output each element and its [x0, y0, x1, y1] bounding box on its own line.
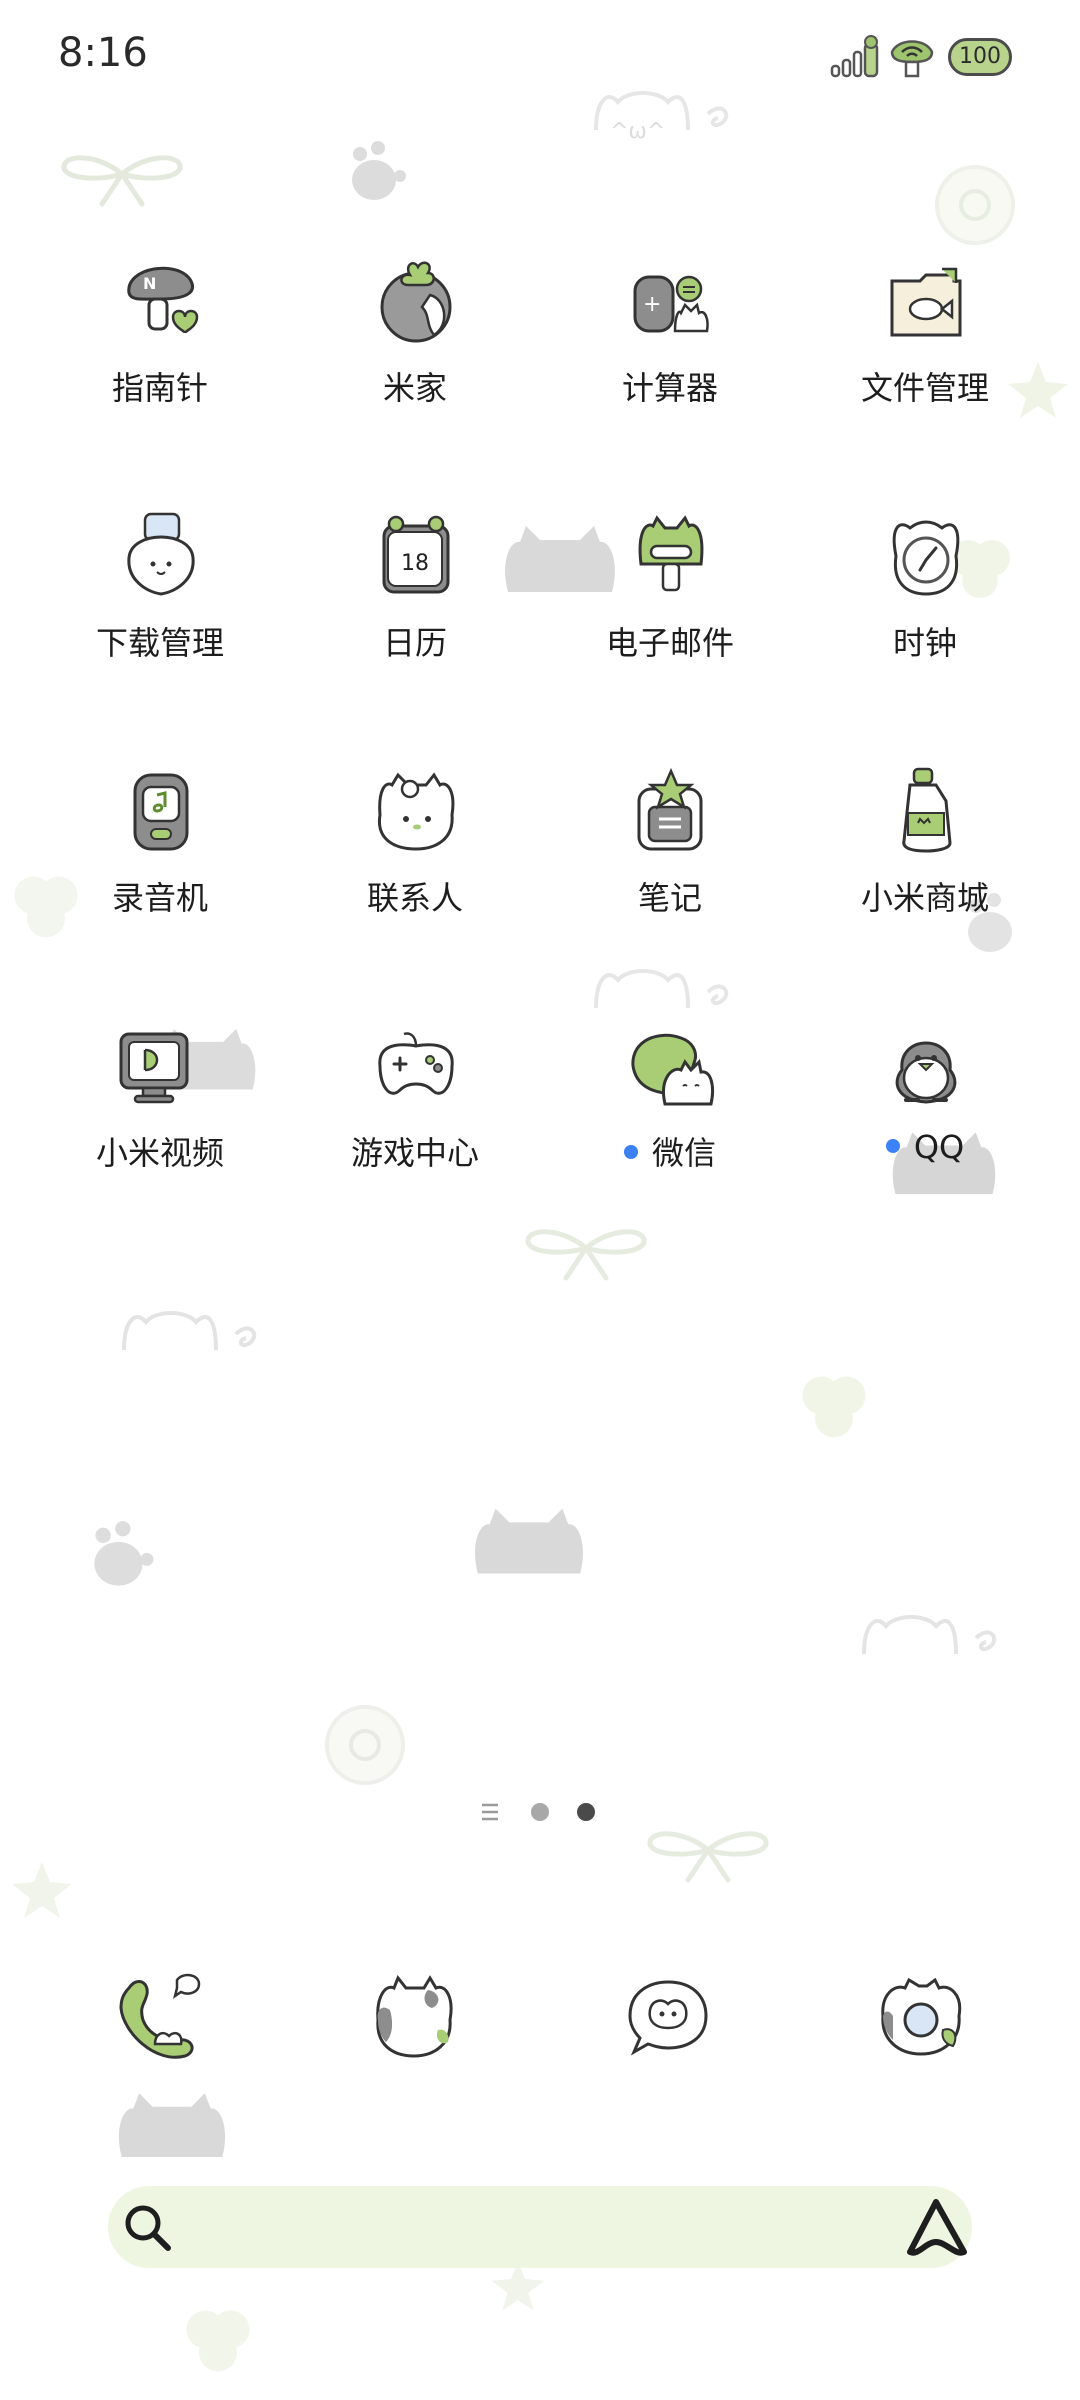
- wifi-icon: [890, 40, 934, 78]
- app-label: 电子邮件: [605, 624, 734, 662]
- clock-icon: [892, 520, 960, 596]
- clover-decoration: [186, 2310, 250, 2372]
- compass-mushroom-icon: N: [127, 266, 199, 334]
- app-label: 录音机: [111, 879, 208, 917]
- svg-text:^ω^: ^ω^: [610, 119, 665, 140]
- unread-dot: [623, 1145, 638, 1159]
- app-email[interactable]: 电子邮件: [550, 510, 790, 710]
- app-game-center[interactable]: 游戏中心: [295, 1020, 535, 1220]
- flower-decoration: [935, 165, 1015, 245]
- cat-blob-decoration: [118, 2093, 226, 2157]
- paw-decoration: [352, 141, 406, 200]
- app-label: 下载管理: [95, 624, 224, 662]
- app-qq[interactable]: QQ: [805, 1020, 1045, 1220]
- app-contacts[interactable]: 联系人: [295, 765, 535, 965]
- app-recorder[interactable]: 录音机: [40, 765, 280, 965]
- app-wechat[interactable]: 微信: [550, 1020, 790, 1220]
- email-frog-icon: [638, 515, 704, 592]
- app-label: QQ: [805, 1128, 1045, 1166]
- app-download-manager[interactable]: 下载管理: [40, 510, 280, 710]
- download-ghost-icon: [127, 512, 195, 596]
- status-bar: 8:16 100: [0, 0, 1080, 110]
- contacts-kitty-icon: [377, 772, 455, 851]
- app-mijia[interactable]: 米家: [295, 255, 535, 455]
- page-indicator-dots: [482, 1803, 595, 1821]
- app-notes[interactable]: 笔记: [550, 765, 790, 965]
- page-indicator[interactable]: [480, 1797, 600, 1827]
- app-label: 游戏中心: [350, 1134, 479, 1172]
- app-label: 联系人: [366, 879, 463, 917]
- cloud-decoration: [594, 969, 729, 1009]
- app-label: 计算器: [621, 369, 718, 407]
- paw-decoration: [94, 1521, 154, 1586]
- flower-decoration: [325, 1705, 405, 1785]
- svg-text:N: N: [143, 274, 156, 293]
- unread-dot: [885, 1139, 900, 1153]
- app-label: 笔记: [637, 879, 702, 917]
- video-monitor-icon: [119, 1032, 189, 1104]
- cat-blob-decoration: [475, 1508, 583, 1574]
- signal-icon: [830, 35, 879, 78]
- calendar-icon: 18: [382, 515, 450, 594]
- recorder-icon: [133, 773, 189, 851]
- app-calculator[interactable]: + 计算器: [550, 255, 790, 455]
- app-label-text: QQ: [913, 1128, 965, 1166]
- bow-decoration: [647, 1831, 769, 1883]
- battery-level: 100: [959, 44, 1001, 69]
- cloud-decoration: [122, 1311, 257, 1351]
- clover-decoration: [802, 1376, 866, 1438]
- calculator-cat-icon: +: [633, 275, 709, 333]
- app-label-text: 微信: [651, 1134, 716, 1172]
- svg-text:+: +: [643, 292, 661, 317]
- app-label: 文件管理: [860, 369, 989, 407]
- bow-decoration: [61, 155, 183, 207]
- search-icon[interactable]: [120, 2200, 176, 2256]
- bow-decoration: [525, 1229, 647, 1281]
- app-calendar[interactable]: 18 日历: [295, 510, 535, 710]
- qq-penguin-icon: [895, 1041, 957, 1104]
- mijia-planet-icon: [380, 261, 452, 343]
- app-label: 小米视频: [95, 1134, 224, 1172]
- app-label: 时钟: [892, 624, 957, 662]
- phone-icon[interactable]: [115, 1970, 207, 2062]
- cloud-decoration: [862, 1615, 997, 1655]
- camera-icon[interactable]: [875, 1970, 967, 2062]
- assistant-icon[interactable]: [902, 2194, 972, 2260]
- star-decoration: [12, 1862, 72, 1918]
- app-label: 米家: [382, 369, 447, 407]
- search-bar[interactable]: [108, 2186, 972, 2268]
- gamepad-icon: [378, 1032, 454, 1095]
- app-mi-video[interactable]: 小米视频: [40, 1020, 280, 1220]
- calendar-date: 18: [401, 551, 429, 576]
- app-label: 日历: [382, 624, 447, 662]
- notes-star-icon: [637, 767, 703, 851]
- folder-fish-icon: [890, 267, 962, 337]
- app-file-manager[interactable]: 文件管理: [805, 255, 1045, 455]
- app-label: 小米商城: [860, 879, 989, 917]
- wechat-cat-icon: [631, 1033, 715, 1106]
- status-time: 8:16: [58, 30, 148, 76]
- battery-indicator: 100: [948, 38, 1012, 76]
- app-clock[interactable]: 时钟: [805, 510, 1045, 710]
- mall-bottle-icon: [902, 767, 952, 853]
- app-compass[interactable]: N 指南针: [40, 255, 280, 455]
- app-label: 指南针: [111, 369, 208, 407]
- app-label: 微信: [550, 1128, 790, 1174]
- messages-icon[interactable]: [622, 1970, 714, 2062]
- app-mi-mall[interactable]: 小米商城: [805, 765, 1045, 965]
- cow-contacts-icon[interactable]: [368, 1970, 460, 2062]
